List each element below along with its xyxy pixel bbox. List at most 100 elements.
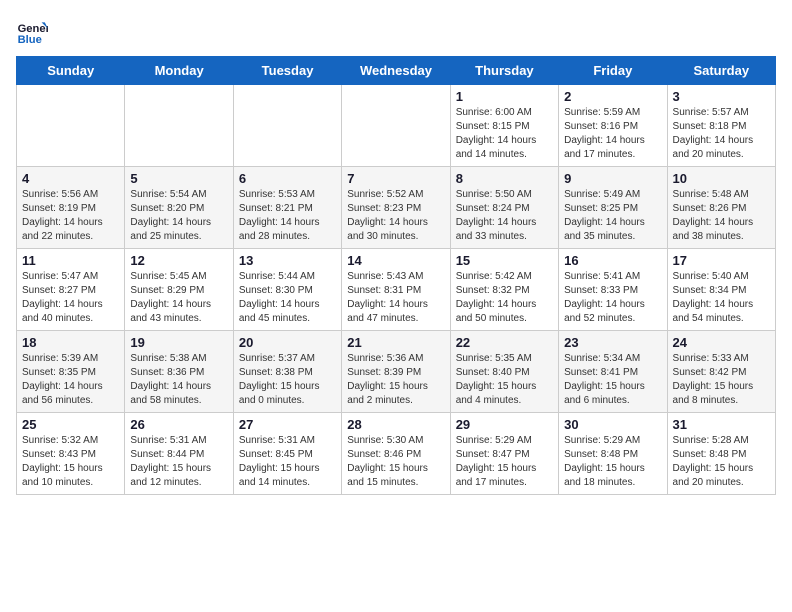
day-cell: 3Sunrise: 5:57 AM Sunset: 8:18 PM Daylig…	[667, 85, 775, 167]
day-cell: 19 Sunrise: 5:38 AM Sunset: 8:36 PM Dayli…	[125, 331, 233, 413]
day-cell: 30 Sunrise: 5:29 AM Sunset: 8:48 PM Dayli…	[559, 413, 667, 495]
day-info: Sunrise: 5:44 AM Sunset: 8:30 PM Dayligh…	[239, 270, 336, 326]
day-info: Sunrise: 5:56 AM Sunset: 8:19 PM Dayligh…	[22, 188, 119, 244]
day-number: 19	[130, 335, 227, 350]
week-row-1: 1Sunrise: 6:00 AM Sunset: 8:15 PM Daylig…	[17, 85, 776, 167]
day-cell: 24 Sunrise: 5:33 AM Sunset: 8:42 PM Dayli…	[667, 331, 775, 413]
day-number: 26	[130, 417, 227, 432]
week-row-5: 25 Sunrise: 5:32 AM Sunset: 8:43 PM Dayli…	[17, 413, 776, 495]
day-number: 29	[456, 417, 553, 432]
day-info: Sunrise: 5:35 AM Sunset: 8:40 PM Dayligh…	[456, 352, 553, 408]
day-info: Sunrise: 5:37 AM Sunset: 8:38 PM Dayligh…	[239, 352, 336, 408]
day-cell: 22Sunrise: 5:35 AM Sunset: 8:40 PM Dayli…	[450, 331, 558, 413]
weekday-header-row: SundayMondayTuesdayWednesdayThursdayFrid…	[17, 57, 776, 85]
day-info: Sunrise: 5:33 AM Sunset: 8:42 PM Dayligh…	[673, 352, 770, 408]
day-number: 30	[564, 417, 661, 432]
day-info: Sunrise: 5:41 AM Sunset: 8:33 PM Dayligh…	[564, 270, 661, 326]
day-cell: 4 Sunrise: 5:56 AM Sunset: 8:19 PM Daylig…	[17, 167, 125, 249]
logo: General Blue	[16, 16, 52, 48]
day-info: Sunrise: 5:45 AM Sunset: 8:29 PM Dayligh…	[130, 270, 227, 326]
day-number: 15	[456, 253, 553, 268]
weekday-header-wednesday: Wednesday	[342, 57, 450, 85]
day-number: 25	[22, 417, 119, 432]
svg-text:Blue: Blue	[18, 34, 42, 46]
day-number: 13	[239, 253, 336, 268]
day-number: 24	[673, 335, 770, 350]
day-info: Sunrise: 5:32 AM Sunset: 8:43 PM Dayligh…	[22, 434, 119, 490]
day-cell: 9Sunrise: 5:49 AM Sunset: 8:25 PM Daylig…	[559, 167, 667, 249]
day-cell: 5 Sunrise: 5:54 AM Sunset: 8:20 PM Daylig…	[125, 167, 233, 249]
day-cell: 11 Sunrise: 5:47 AM Sunset: 8:27 PM Dayli…	[17, 249, 125, 331]
day-info: Sunrise: 5:29 AM Sunset: 8:47 PM Dayligh…	[456, 434, 553, 490]
day-cell: 8 Sunrise: 5:50 AM Sunset: 8:24 PM Daylig…	[450, 167, 558, 249]
day-info: Sunrise: 5:50 AM Sunset: 8:24 PM Dayligh…	[456, 188, 553, 244]
day-info: Sunrise: 5:28 AM Sunset: 8:48 PM Dayligh…	[673, 434, 770, 490]
weekday-header-saturday: Saturday	[667, 57, 775, 85]
day-info: Sunrise: 5:39 AM Sunset: 8:35 PM Dayligh…	[22, 352, 119, 408]
day-info: Sunrise: 5:53 AM Sunset: 8:21 PM Dayligh…	[239, 188, 336, 244]
day-info: Sunrise: 5:29 AM Sunset: 8:48 PM Dayligh…	[564, 434, 661, 490]
week-row-4: 18 Sunrise: 5:39 AM Sunset: 8:35 PM Dayli…	[17, 331, 776, 413]
svg-text:General: General	[18, 23, 48, 35]
day-info: Sunrise: 5:38 AM Sunset: 8:36 PM Dayligh…	[130, 352, 227, 408]
day-cell: 31 Sunrise: 5:28 AM Sunset: 8:48 PM Dayli…	[667, 413, 775, 495]
logo-icon: General Blue	[16, 16, 48, 48]
day-info: Sunrise: 5:54 AM Sunset: 8:20 PM Dayligh…	[130, 188, 227, 244]
day-number: 3	[673, 89, 770, 104]
day-cell: 28 Sunrise: 5:30 AM Sunset: 8:46 PM Dayli…	[342, 413, 450, 495]
day-number: 20	[239, 335, 336, 350]
day-info: Sunrise: 5:30 AM Sunset: 8:46 PM Dayligh…	[347, 434, 444, 490]
day-info: Sunrise: 5:59 AM Sunset: 8:16 PM Dayligh…	[564, 106, 661, 162]
day-info: Sunrise: 5:31 AM Sunset: 8:44 PM Dayligh…	[130, 434, 227, 490]
day-number: 16	[564, 253, 661, 268]
day-cell: 12 Sunrise: 5:45 AM Sunset: 8:29 PM Dayli…	[125, 249, 233, 331]
day-cell: 16 Sunrise: 5:41 AM Sunset: 8:33 PM Dayli…	[559, 249, 667, 331]
day-cell: 1Sunrise: 6:00 AM Sunset: 8:15 PM Daylig…	[450, 85, 558, 167]
day-info: Sunrise: 5:42 AM Sunset: 8:32 PM Dayligh…	[456, 270, 553, 326]
day-cell	[125, 85, 233, 167]
day-cell: 26 Sunrise: 5:31 AM Sunset: 8:44 PM Dayli…	[125, 413, 233, 495]
weekday-header-monday: Monday	[125, 57, 233, 85]
day-cell: 10Sunrise: 5:48 AM Sunset: 8:26 PM Dayli…	[667, 167, 775, 249]
day-cell: 15 Sunrise: 5:42 AM Sunset: 8:32 PM Dayli…	[450, 249, 558, 331]
day-cell: 7 Sunrise: 5:52 AM Sunset: 8:23 PM Daylig…	[342, 167, 450, 249]
day-info: Sunrise: 5:47 AM Sunset: 8:27 PM Dayligh…	[22, 270, 119, 326]
header: General Blue	[16, 16, 776, 48]
day-cell: 14 Sunrise: 5:43 AM Sunset: 8:31 PM Dayli…	[342, 249, 450, 331]
day-number: 4	[22, 171, 119, 186]
day-number: 12	[130, 253, 227, 268]
day-info: Sunrise: 5:40 AM Sunset: 8:34 PM Dayligh…	[673, 270, 770, 326]
weekday-header-tuesday: Tuesday	[233, 57, 341, 85]
day-info: Sunrise: 5:48 AM Sunset: 8:26 PM Dayligh…	[673, 188, 770, 244]
day-cell: 21Sunrise: 5:36 AM Sunset: 8:39 PM Dayli…	[342, 331, 450, 413]
day-cell: 23 Sunrise: 5:34 AM Sunset: 8:41 PM Dayli…	[559, 331, 667, 413]
day-info: Sunrise: 5:31 AM Sunset: 8:45 PM Dayligh…	[239, 434, 336, 490]
day-cell: 2Sunrise: 5:59 AM Sunset: 8:16 PM Daylig…	[559, 85, 667, 167]
day-number: 17	[673, 253, 770, 268]
day-number: 5	[130, 171, 227, 186]
day-number: 6	[239, 171, 336, 186]
weekday-header-sunday: Sunday	[17, 57, 125, 85]
day-info: Sunrise: 6:00 AM Sunset: 8:15 PM Dayligh…	[456, 106, 553, 162]
day-number: 23	[564, 335, 661, 350]
calendar: SundayMondayTuesdayWednesdayThursdayFrid…	[16, 56, 776, 495]
day-number: 28	[347, 417, 444, 432]
week-row-3: 11 Sunrise: 5:47 AM Sunset: 8:27 PM Dayli…	[17, 249, 776, 331]
day-cell: 25 Sunrise: 5:32 AM Sunset: 8:43 PM Dayli…	[17, 413, 125, 495]
day-cell	[17, 85, 125, 167]
day-cell: 20 Sunrise: 5:37 AM Sunset: 8:38 PM Dayli…	[233, 331, 341, 413]
day-info: Sunrise: 5:49 AM Sunset: 8:25 PM Dayligh…	[564, 188, 661, 244]
day-number: 8	[456, 171, 553, 186]
day-info: Sunrise: 5:52 AM Sunset: 8:23 PM Dayligh…	[347, 188, 444, 244]
week-row-2: 4 Sunrise: 5:56 AM Sunset: 8:19 PM Daylig…	[17, 167, 776, 249]
day-number: 18	[22, 335, 119, 350]
day-info: Sunrise: 5:36 AM Sunset: 8:39 PM Dayligh…	[347, 352, 444, 408]
day-cell: 6 Sunrise: 5:53 AM Sunset: 8:21 PM Daylig…	[233, 167, 341, 249]
day-info: Sunrise: 5:34 AM Sunset: 8:41 PM Dayligh…	[564, 352, 661, 408]
day-number: 14	[347, 253, 444, 268]
day-number: 7	[347, 171, 444, 186]
day-number: 31	[673, 417, 770, 432]
day-info: Sunrise: 5:43 AM Sunset: 8:31 PM Dayligh…	[347, 270, 444, 326]
day-cell: 27Sunrise: 5:31 AM Sunset: 8:45 PM Dayli…	[233, 413, 341, 495]
day-number: 11	[22, 253, 119, 268]
